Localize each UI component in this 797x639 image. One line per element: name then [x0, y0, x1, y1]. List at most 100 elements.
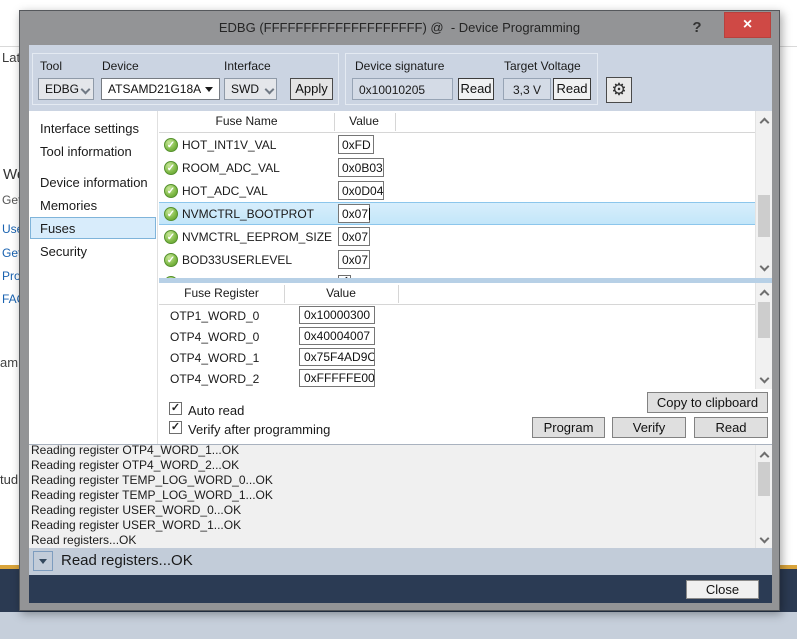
- chevron-down-icon: [265, 86, 273, 94]
- fuse-row[interactable]: ✓ NVMCTRL_EEPROM_SIZE 0x07: [159, 225, 755, 248]
- status-bar: Read registers...OK: [29, 548, 772, 575]
- program-button[interactable]: Program: [532, 417, 605, 438]
- check-circle-icon: ✓: [164, 207, 178, 221]
- fuse-row[interactable]: ✓ ROOM_ADC_VAL 0x0B03: [159, 156, 755, 179]
- fuse-value: 0x0D04: [342, 184, 383, 198]
- fuse-row-selected[interactable]: ✓ NVMCTRL_BOOTPROT 0x07: [159, 202, 755, 225]
- fuse-value-input[interactable]: 0x07: [338, 227, 370, 246]
- sidebar-item-fuses[interactable]: Fuses: [30, 217, 156, 239]
- scroll-down-icon[interactable]: [760, 263, 768, 271]
- fuse-name: BOD33USERLEVEL: [182, 253, 292, 267]
- signature-read-button[interactable]: Read: [458, 78, 494, 100]
- register-value: 0x40004007: [304, 329, 370, 343]
- register-value-input[interactable]: 0xFFFFFE00: [299, 369, 375, 387]
- check-circle-icon: ✓: [164, 161, 178, 175]
- dialog-footer: Close: [29, 575, 772, 603]
- scroll-up-icon[interactable]: [760, 288, 768, 296]
- interface-dropdown[interactable]: SWD: [224, 78, 277, 100]
- copy-to-clipboard-button[interactable]: Copy to clipboard: [647, 392, 768, 413]
- voltage-read-button[interactable]: Read: [553, 78, 591, 100]
- scroll-up-icon[interactable]: [760, 116, 768, 124]
- interface-value: SWD: [231, 82, 259, 96]
- fuse-value-input[interactable]: 0x0B03: [338, 158, 384, 177]
- verify-button[interactable]: Verify: [612, 417, 686, 438]
- scrollbar-thumb[interactable]: [758, 462, 770, 496]
- fuse-value-input[interactable]: 0x07: [338, 250, 370, 269]
- sidebar-item-interface-settings[interactable]: Interface settings: [30, 117, 156, 139]
- fuse-value-input-focused[interactable]: 0x07: [338, 204, 370, 223]
- log-line: Reading register TEMP_LOG_WORD_0...OK: [29, 473, 772, 488]
- fuse-value: 0x07: [342, 207, 368, 221]
- register-row[interactable]: OTP4_WORD_1 0x75F4AD9C: [159, 347, 755, 368]
- register-value-input[interactable]: 0x75F4AD9C: [299, 348, 375, 366]
- main-content: Interface settings Tool information Devi…: [29, 111, 772, 444]
- window-title: EDBG (FFFFFFFFFFFFFFFFFFFF) @ - Device P…: [20, 20, 779, 35]
- fuse-row[interactable]: ✓ HOT_ADC_VAL 0x0D04: [159, 179, 755, 202]
- help-button[interactable]: ?: [687, 19, 707, 39]
- fuse-row[interactable]: ✓ BOD33USERLEVEL 0x07: [159, 248, 755, 271]
- device-signature-label: Device signature: [355, 59, 444, 73]
- fuse-value-input[interactable]: 0xFD: [338, 135, 374, 154]
- scroll-down-icon[interactable]: [760, 375, 768, 383]
- check-circle-icon: ✓: [164, 138, 178, 152]
- device-dropdown[interactable]: ATSAMD21G18A: [101, 78, 220, 100]
- log-line: Reading register OTP4_WORD_1...OK: [29, 444, 772, 458]
- background-text-fragment: Lat: [2, 50, 20, 65]
- column-separator: [334, 113, 335, 131]
- register-row[interactable]: OTP4_WORD_2 0xFFFFFE00: [159, 368, 755, 389]
- fuse-table: Fuse Name Value ✓ HOT_INT1V_VAL 0xFD ✓ R…: [159, 111, 772, 278]
- register-value-input[interactable]: 0x10000300: [299, 306, 375, 324]
- scrollbar-thumb[interactable]: [758, 195, 770, 237]
- title-bar[interactable]: EDBG (FFFFFFFFFFFFFFFFFFFF) @ - Device P…: [20, 11, 779, 45]
- scrollbar-thumb[interactable]: [758, 302, 770, 338]
- tool-dropdown[interactable]: EDBG: [38, 78, 94, 100]
- gear-icon: ⚙: [611, 80, 626, 99]
- settings-button[interactable]: ⚙: [606, 77, 632, 103]
- scroll-down-icon[interactable]: [760, 535, 768, 543]
- log-line: Reading register USER_WORD_0...OK: [29, 503, 772, 518]
- toolbar: Tool EDBG Device ATSAMD21G18A Interface …: [29, 45, 772, 111]
- column-separator: [395, 113, 396, 131]
- close-button[interactable]: Close: [686, 580, 759, 599]
- column-separator: [284, 285, 285, 303]
- check-circle-icon: ✓: [164, 184, 178, 198]
- log-pane[interactable]: Reading register OTP4_WORD_1...OK Readin…: [29, 444, 772, 548]
- tool-device-interface-panel: Tool EDBG Device ATSAMD21G18A Interface …: [32, 53, 339, 105]
- scroll-up-icon[interactable]: [760, 450, 768, 458]
- background-bottom-band: [0, 612, 797, 639]
- read-button[interactable]: Read: [694, 417, 768, 438]
- auto-read-checkbox[interactable]: ✓: [169, 402, 182, 415]
- register-row[interactable]: OTP1_WORD_0 0x10000300: [159, 305, 755, 326]
- register-name: OTP4_WORD_2: [170, 372, 259, 386]
- device-programming-dialog: EDBG (FFFFFFFFFFFFFFFFFFFF) @ - Device P…: [19, 10, 780, 611]
- fuse-value: 0x07: [342, 230, 368, 244]
- register-row[interactable]: OTP4_WORD_0 0x40004007: [159, 326, 755, 347]
- fuse-value-header: Value: [334, 114, 394, 128]
- check-icon: ✓: [171, 421, 180, 433]
- fuse-name-header: Fuse Name: [159, 114, 334, 128]
- register-name: OTP1_WORD_0: [170, 309, 259, 323]
- register-name-header: Fuse Register: [159, 286, 284, 300]
- register-table-scrollbar[interactable]: [755, 283, 772, 389]
- sidebar-item-security[interactable]: Security: [30, 240, 156, 262]
- sidebar-item-tool-information[interactable]: Tool information: [30, 140, 156, 162]
- sidebar-item-memories[interactable]: Memories: [30, 194, 156, 216]
- status-expand-button[interactable]: [33, 551, 53, 571]
- text-cursor: [369, 208, 370, 220]
- fuse-value-input[interactable]: 0x0D04: [338, 181, 384, 200]
- register-value: 0x75F4AD9C: [304, 350, 375, 364]
- register-value: 0x10000300: [304, 308, 370, 322]
- close-icon: ×: [743, 16, 752, 33]
- screen: Lat Wel Get t User Gett Prog FAQ am tud …: [0, 0, 797, 639]
- register-value-input[interactable]: 0x40004007: [299, 327, 375, 345]
- sidebar-item-device-information[interactable]: Device information: [30, 171, 156, 193]
- fuse-row[interactable]: ✓ HOT_INT1V_VAL 0xFD: [159, 133, 755, 156]
- verify-checkbox[interactable]: ✓: [169, 421, 182, 434]
- log-scrollbar[interactable]: [755, 445, 772, 548]
- window-close-button[interactable]: ×: [724, 12, 771, 38]
- fuse-row-partial[interactable]: ✓ BOD33_EN ✓: [159, 271, 755, 278]
- fuse-value: 0x0B03: [342, 161, 383, 175]
- apply-button[interactable]: Apply: [290, 78, 333, 100]
- check-circle-icon: ✓: [164, 230, 178, 244]
- fuse-table-scrollbar[interactable]: [755, 111, 772, 278]
